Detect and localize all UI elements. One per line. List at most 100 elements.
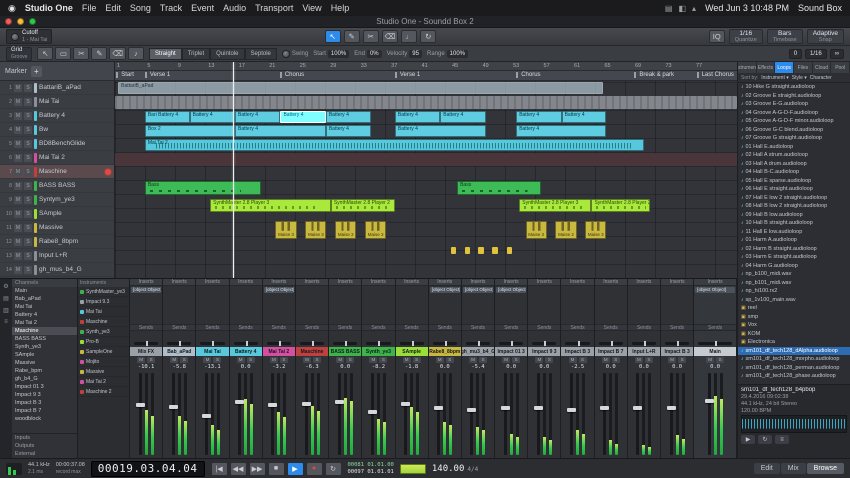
mute-button[interactable]: M	[14, 181, 22, 190]
fader-handle[interactable]	[704, 398, 714, 403]
channel-list-item[interactable]: Rabe_bpm	[12, 367, 77, 375]
browser-list-item[interactable]: ♪ 09 Hall B low.audioloop	[738, 211, 850, 220]
menubar-device[interactable]: Sound Box	[798, 3, 842, 13]
browser-list-item[interactable]: ♪ 07 Groove G straight.audioloop	[738, 134, 850, 143]
track-row[interactable]: 4 M S Bw	[0, 123, 114, 137]
volume-fader[interactable]	[268, 373, 278, 455]
browser-list-item[interactable]: ▣ reel	[738, 304, 850, 313]
sends-header[interactable]: Sends	[295, 324, 329, 331]
mute-button[interactable]: M	[14, 139, 22, 148]
fader-handle[interactable]	[301, 401, 311, 406]
fader-value[interactable]: 0.0	[661, 364, 693, 371]
setting-dropdown[interactable]: Adaptive Snap	[806, 29, 844, 44]
audio-clip[interactable]	[115, 153, 737, 166]
audio-clip[interactable]	[491, 247, 498, 254]
preview-control-button[interactable]: ≡	[775, 435, 789, 444]
volume-fader[interactable]	[401, 373, 411, 455]
solo-button[interactable]: S	[24, 167, 32, 176]
audio-clip[interactable]	[115, 96, 737, 109]
channel-name-tab[interactable]: Mai Tai	[196, 347, 229, 356]
mute-button[interactable]: M	[14, 167, 22, 176]
channel-name-tab[interactable]: Bab_aPad	[163, 347, 196, 356]
channel-name-tab[interactable]: Synth_ye3	[362, 347, 395, 356]
sends-header[interactable]: Sends	[661, 324, 694, 331]
audio-clip[interactable]: Battery 4	[394, 111, 441, 123]
fader-value[interactable]: 0.0	[628, 364, 660, 371]
sort-field[interactable]: Character	[810, 75, 832, 81]
sends-header[interactable]: Sends	[130, 324, 163, 331]
menubar-clock[interactable]: Wed Jun 3 10:48 PM	[705, 3, 789, 13]
inserts-header[interactable]: Inserts	[163, 279, 196, 286]
instrument-item[interactable]: SampleOne	[78, 347, 129, 357]
volume-fader[interactable]	[567, 373, 577, 455]
men​u-item[interactable]: Song	[130, 3, 151, 13]
channel-solo-button[interactable]: S	[545, 357, 554, 363]
audio-clip[interactable]: SynthMaster 2.8 Player 3	[519, 199, 592, 212]
inserts-header[interactable]: Inserts	[627, 279, 660, 286]
mixer-channel-strip[interactable]: Inserts Sends Impact B 3 M S -2.5	[561, 279, 595, 458]
fader-handle[interactable]	[600, 405, 610, 410]
browser-tab[interactable]: Effects	[756, 62, 776, 73]
browser-list-item[interactable]: ♪ 02 Harm B straight.audioloop	[738, 245, 850, 254]
sends-header[interactable]: Sends	[262, 324, 295, 331]
track-row[interactable]: 1 M S BattariB_aPad	[0, 81, 114, 95]
fader-value[interactable]: -8.2	[362, 364, 394, 371]
tempo-display[interactable]: 140.00 4/4	[432, 464, 478, 474]
men​u-item[interactable]: Edit	[105, 3, 121, 13]
grid-groove-chip[interactable]: Grid Groove	[6, 46, 33, 61]
audio-clip[interactable]: Maise 2	[335, 221, 357, 239]
men​u-item[interactable]: File	[82, 3, 97, 13]
fader-value[interactable]: 0.0	[528, 364, 560, 371]
browser-list-item[interactable]: ▣ Vox	[738, 321, 850, 330]
instrument-item[interactable]: Impact 9.3	[78, 297, 129, 307]
channel-name-tab[interactable]: gh_mu3_b4_G	[461, 347, 495, 356]
channel-list-item[interactable]: Massive	[12, 359, 77, 367]
edit-tool-button[interactable]: ♪	[128, 47, 145, 60]
instrument-item[interactable]: SynthMaster_ye3	[78, 287, 129, 297]
control-link-display[interactable]: Cutoff 1 - Mai Tai	[6, 29, 53, 44]
preview-control-button[interactable]: ▶	[741, 435, 755, 444]
record-arm-indicator[interactable]	[105, 253, 111, 259]
channel-solo-button[interactable]: S	[644, 357, 653, 363]
transport-button[interactable]: ↻	[324, 461, 342, 476]
audio-clip[interactable]: Maise 3	[275, 221, 297, 239]
channel-name-tab[interactable]: SAmple	[395, 347, 428, 356]
audio-clip[interactable]: Maise 3	[525, 221, 547, 239]
main-time-display[interactable]: 00019.03.04.04	[90, 460, 205, 477]
channel-list-item[interactable]: woodblock	[12, 415, 77, 423]
loop-end-value[interactable]: 00097 01.01.01	[348, 469, 394, 476]
app-menu-title[interactable]: Studio One	[25, 3, 73, 13]
audio-clip[interactable]: Battery 4	[516, 125, 607, 137]
browser-list-item[interactable]: ♪ 03 Groove E-G.audioloop	[738, 100, 850, 109]
browser-tab[interactable]: Files	[794, 62, 813, 73]
audio-clip[interactable]: Battery 4	[235, 111, 281, 123]
performance-meter[interactable]	[6, 462, 22, 475]
feel-option[interactable]: Septole	[244, 47, 277, 60]
insert-plugin-chip[interactable]: [object Object]	[496, 287, 527, 293]
transport-button[interactable]: ■	[267, 461, 285, 476]
channel-list-item[interactable]: BASS BASS	[12, 335, 77, 343]
inserts-header[interactable]: Inserts	[428, 279, 461, 286]
audio-clip[interactable]: Battery 4	[561, 111, 607, 123]
channel-list-item[interactable]: Maschine	[12, 327, 77, 335]
transport-button[interactable]: ◀◀	[229, 461, 247, 476]
mixer-channel-strip[interactable]: Inserts Sends Impact B 7 M S 0.0	[594, 279, 628, 458]
pan-slider[interactable]	[565, 341, 590, 346]
browser-list-item[interactable]: ▣ Electronica	[738, 338, 850, 347]
mixer-channel-strip[interactable]: Inserts Sends Mai Tai M S -13.1	[196, 279, 230, 458]
inserts-header[interactable]: Inserts	[196, 279, 229, 286]
solo-button[interactable]: S	[24, 181, 32, 190]
channel-solo-button[interactable]: S	[578, 357, 587, 363]
channel-mute-button[interactable]: M	[502, 357, 511, 363]
fader-value[interactable]: 0.0	[429, 364, 461, 371]
channel-name-tab[interactable]: Battery 4	[229, 347, 262, 356]
pan-slider[interactable]	[399, 341, 424, 346]
fader-value[interactable]: 0.0	[694, 364, 736, 371]
insert-plugin-chip[interactable]: [object Object]	[263, 287, 294, 293]
channel-list-item[interactable]: Impact B 3	[12, 399, 77, 407]
fader-handle[interactable]	[633, 405, 643, 410]
channel-mute-button[interactable]: M	[601, 357, 610, 363]
audio-clip[interactable]: Battery 4	[325, 125, 372, 137]
insert-plugin-chip[interactable]: [object Object]	[462, 287, 494, 293]
audio-clip[interactable]: BattariB_aPad	[118, 82, 604, 94]
